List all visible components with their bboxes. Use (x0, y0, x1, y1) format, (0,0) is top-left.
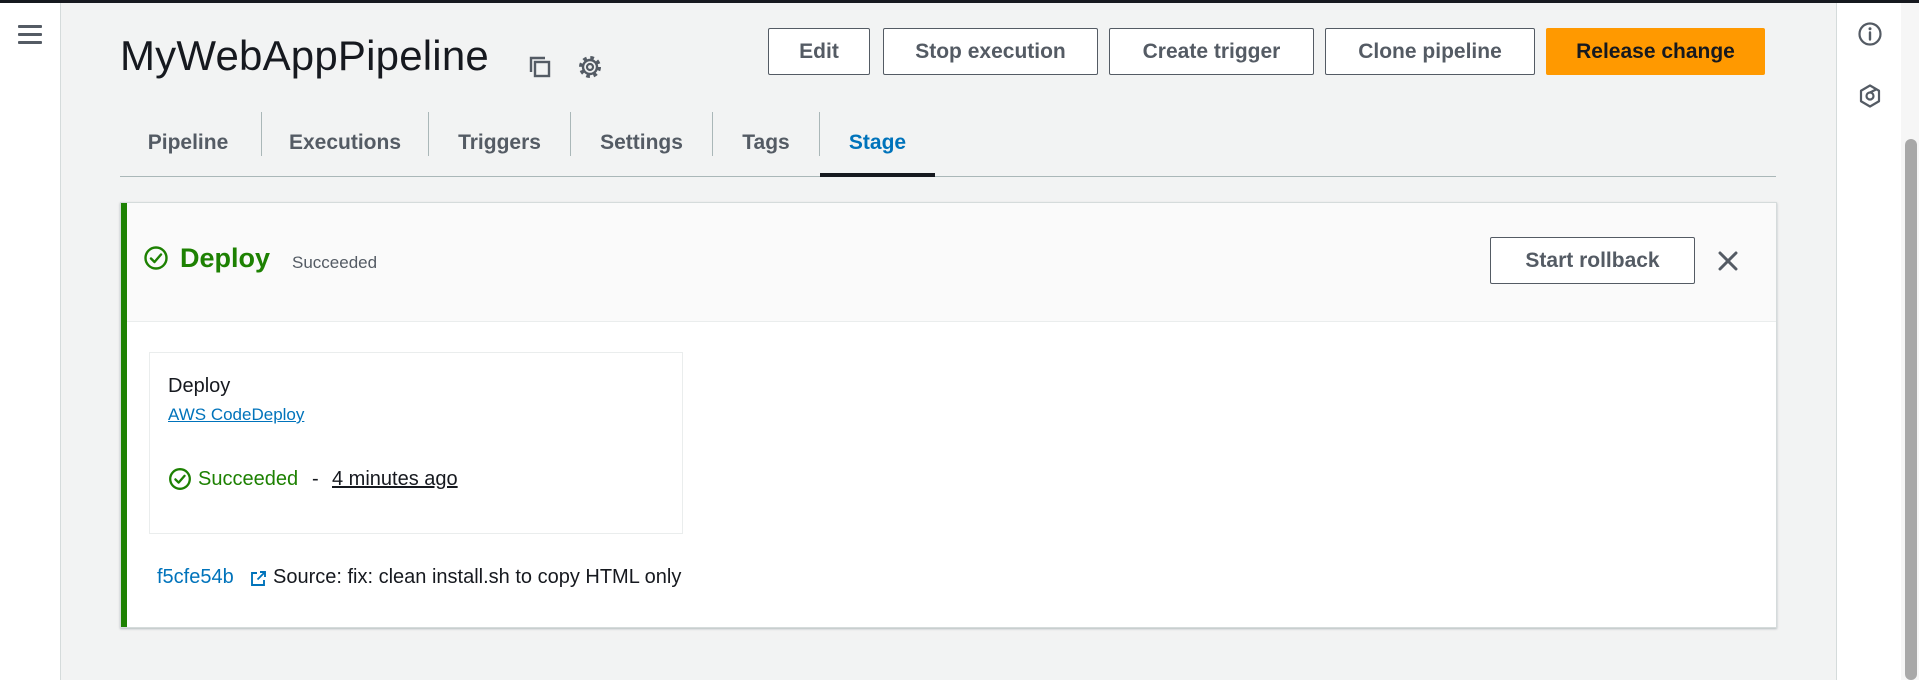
check-circle-icon (169, 468, 191, 490)
right-tools-rail (1836, 3, 1901, 680)
release-change-button[interactable]: Release change (1546, 28, 1765, 75)
action-name: Deploy (168, 375, 231, 397)
gear-icon[interactable] (576, 53, 604, 81)
action-time-link[interactable]: 4 minutes ago (332, 468, 458, 491)
commit-message: Source: fix: clean install.sh to copy HT… (273, 566, 682, 588)
hamburger-menu-icon[interactable] (18, 25, 42, 45)
left-nav-rail (0, 3, 61, 680)
tab-stage[interactable]: Stage (820, 110, 935, 177)
tab-pipeline[interactable]: Pipeline (120, 110, 256, 176)
tab-executions[interactable]: Executions (262, 110, 428, 176)
page-title: MyWebAppPipeline (120, 32, 489, 79)
commit-id-link[interactable]: f5cfe54b (157, 566, 234, 589)
start-rollback-button[interactable]: Start rollback (1490, 237, 1695, 284)
tab-tags[interactable]: Tags (713, 110, 819, 176)
tab-settings[interactable]: Settings (571, 110, 712, 176)
tab-triggers[interactable]: Triggers (429, 110, 570, 176)
clone-pipeline-button[interactable]: Clone pipeline (1325, 28, 1535, 75)
hexagon-icon[interactable] (1857, 83, 1883, 109)
stage-status: Succeeded (292, 253, 378, 272)
page-scrollbar[interactable] (1901, 3, 1919, 680)
stage-name: Deploy (180, 243, 271, 273)
top-border (0, 0, 1919, 3)
action-status: Succeeded (198, 468, 299, 490)
action-provider-link[interactable]: AWS CodeDeploy (168, 405, 304, 425)
info-icon[interactable] (1857, 21, 1883, 47)
create-trigger-button[interactable]: Create trigger (1109, 28, 1314, 75)
close-icon[interactable] (1714, 247, 1742, 275)
copy-icon[interactable] (526, 53, 554, 81)
external-link-icon[interactable] (249, 570, 267, 588)
scrollbar-thumb[interactable] (1905, 139, 1917, 680)
stop-execution-button[interactable]: Stop execution (883, 28, 1098, 75)
check-circle-icon (144, 246, 168, 270)
status-separator: - (312, 468, 319, 490)
tab-bar: Pipeline Executions Triggers Settings Ta… (120, 110, 1776, 177)
edit-button[interactable]: Edit (768, 28, 870, 75)
